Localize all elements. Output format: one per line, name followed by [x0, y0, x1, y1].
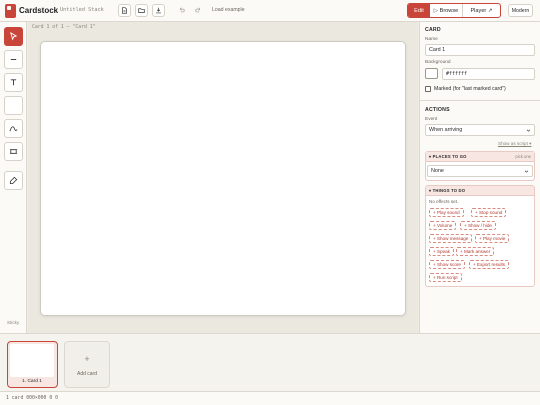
app-title: Cardstock [19, 6, 59, 15]
chevron-down-icon [526, 129, 531, 132]
inspector-panel: CARD Name Card 1 Background #ffffff Mark… [419, 22, 540, 333]
mode-edit-button[interactable]: Edit [408, 4, 430, 17]
add-export-results-chip[interactable]: + Export results [469, 260, 510, 269]
status-text: 1 card 000×000 0 0 [6, 396, 58, 401]
places-panel-header[interactable]: ▾ PLACES TO GO pick one [426, 152, 534, 162]
eraser-icon [9, 176, 18, 185]
show-as-script-link[interactable]: Show as script ▾ [498, 141, 531, 147]
redo-icon [195, 7, 201, 13]
card-name-input[interactable]: Card 1 [425, 44, 535, 56]
plus-icon: + [84, 354, 90, 364]
tool-text[interactable] [4, 73, 23, 92]
background-hex-input[interactable]: #ffffff [442, 68, 535, 80]
background-color-swatch[interactable] [425, 68, 438, 79]
card-thumbnail-label: 1. Card 1 [22, 379, 42, 384]
new-stack-button[interactable] [118, 4, 131, 17]
tool-eraser[interactable] [4, 171, 23, 190]
places-select-value: None [431, 168, 444, 174]
marked-label: Marked (for "last marked card") [434, 86, 506, 92]
places-panel-title: ▾ PLACES TO GO [429, 154, 467, 159]
card-canvas[interactable] [40, 41, 406, 316]
places-to-go-panel: ▾ PLACES TO GO pick one None [425, 151, 535, 181]
save-stack-button[interactable] [152, 4, 165, 17]
folder-icon [138, 8, 145, 13]
inspector-divider [420, 100, 540, 101]
add-speak-chip[interactable]: + Speak [429, 247, 454, 256]
places-select[interactable]: None [427, 165, 533, 177]
text-icon [10, 79, 17, 86]
cardstock-logo-icon [5, 4, 16, 18]
card-caption: Card 1 of 1 — "Card 1" [32, 25, 96, 30]
add-mark-answer-chip[interactable]: + Mark answer [456, 247, 495, 256]
mode-player-button[interactable]: Player ↗ [463, 4, 500, 17]
file-icon [122, 7, 127, 14]
tool-path[interactable] [4, 119, 23, 138]
canvas-area: Card 1 of 1 — "Card 1" [28, 22, 418, 333]
theme-button[interactable]: Modern [508, 4, 533, 17]
card-thumbnail-preview [10, 344, 54, 377]
add-card-button[interactable]: + Add card [64, 341, 110, 388]
add-card-label: Add card [76, 371, 97, 377]
rectangle-icon [9, 101, 18, 110]
mode-browse-button[interactable]: ▷ Browse [430, 4, 463, 17]
redo-button[interactable] [192, 4, 205, 17]
no-effects-text: No effects set. [429, 199, 459, 204]
rail-bottom-label[interactable]: Sticky [7, 320, 19, 325]
chevron-down-icon [524, 170, 529, 173]
load-example-button[interactable]: Load example [212, 7, 245, 13]
card-section-title: CARD [425, 27, 441, 33]
name-label: Name [425, 37, 438, 42]
card-thumbnail[interactable]: 1. Card 1 [7, 341, 58, 388]
top-bar: Cardstock Untitled Stack Load example Ed… [0, 0, 540, 22]
tool-rail: Sticky [0, 22, 27, 333]
things-panel-header[interactable]: ▾ THINGS TO DO [426, 186, 534, 196]
add-run-script-chip[interactable]: + Run script [429, 273, 462, 282]
add-play-sound-chip[interactable]: + Play sound [429, 208, 464, 217]
open-stack-button[interactable] [135, 4, 148, 17]
tool-pointer[interactable] [4, 27, 23, 46]
undo-icon [179, 7, 185, 13]
event-label: Event [425, 117, 438, 122]
places-panel-hint: pick one [515, 154, 531, 159]
frame-icon [9, 149, 18, 154]
things-to-do-panel: ▾ THINGS TO DO No effects set. + Play so… [425, 185, 535, 287]
add-volume-chip[interactable]: + Volume [429, 221, 457, 230]
background-label: Background [425, 60, 451, 65]
card-strip: 1. Card 1 + Add card [0, 333, 540, 391]
undo-button[interactable] [175, 4, 188, 17]
status-bar: 1 card 000×000 0 0 [0, 391, 540, 405]
add-play-movie-chip[interactable]: + Play movie [475, 234, 510, 243]
tool-line[interactable] [4, 50, 23, 69]
things-panel-title: ▾ THINGS TO DO [429, 188, 466, 193]
stack-name[interactable]: Untitled Stack [60, 7, 104, 13]
event-select[interactable]: When arriving [425, 124, 535, 136]
add-stop-sound-chip[interactable]: + Stop sound [471, 208, 507, 217]
add-show-score-chip[interactable]: + Show score [429, 260, 465, 269]
actions-section-title: ACTIONS [425, 107, 450, 113]
add-show-hide-chip[interactable]: + Show / hide [460, 221, 496, 230]
line-icon [10, 59, 17, 60]
marked-checkbox[interactable] [425, 86, 431, 92]
pointer-icon [10, 32, 18, 41]
add-show-message-chip[interactable]: + Show message [429, 234, 473, 243]
tool-rectangle[interactable] [4, 96, 23, 115]
event-select-value: When arriving [429, 127, 463, 133]
path-icon [9, 126, 18, 132]
download-icon [156, 7, 161, 14]
mode-switcher: Edit ▷ Browse Player ↗ [407, 3, 501, 18]
tool-frame[interactable] [4, 142, 23, 161]
